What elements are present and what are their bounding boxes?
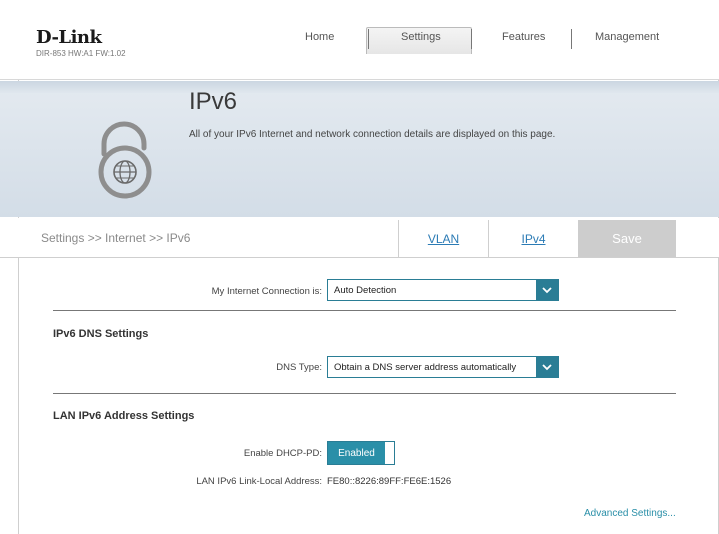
breadcrumb: Settings >> Internet >> IPv6: [41, 231, 191, 245]
dhcp-pd-label: Enable DHCP-PD:: [243, 448, 322, 459]
section-divider: [53, 393, 676, 394]
nav-separator: [571, 29, 572, 49]
nav-separator: [471, 29, 472, 49]
save-button[interactable]: Save: [578, 220, 676, 257]
connection-type-value: Auto Detection: [334, 284, 397, 296]
link-local-value: FE80::8226:89FF:FE6E:1526: [327, 476, 452, 487]
model-info: DIR-853 HW:A1 FW:1.02: [36, 49, 126, 58]
nav-settings[interactable]: Settings: [401, 31, 441, 43]
nav-features[interactable]: Features: [502, 31, 545, 43]
nav-home[interactable]: Home: [305, 31, 334, 43]
dlink-logo: D-Link: [36, 27, 102, 48]
page-description: All of your IPv6 Internet and network co…: [189, 129, 556, 140]
dns-section-title: IPv6 DNS Settings: [53, 328, 149, 340]
ipv4-link[interactable]: IPv4: [488, 220, 578, 257]
dhcp-pd-toggle[interactable]: Enabled: [327, 441, 395, 465]
dns-type-value: Obtain a DNS server address automaticall…: [334, 361, 517, 373]
lan-section-title: LAN IPv6 Address Settings: [53, 410, 195, 422]
nav-management[interactable]: Management: [595, 31, 659, 43]
chevron-down-icon: [536, 280, 558, 300]
page-title: IPv6: [189, 88, 238, 115]
lock-globe-icon: [88, 120, 162, 205]
section-divider: [53, 310, 676, 311]
link-local-label: LAN IPv6 Link-Local Address:: [196, 476, 322, 487]
vlan-link[interactable]: VLAN: [398, 220, 488, 257]
dhcp-pd-toggle-state: Enabled: [328, 442, 385, 464]
chevron-down-icon: [536, 357, 558, 377]
dns-type-select[interactable]: Obtain a DNS server address automaticall…: [327, 356, 559, 378]
dns-type-label: DNS Type:: [276, 362, 322, 373]
connection-type-select[interactable]: Auto Detection: [327, 279, 559, 301]
advanced-settings-link[interactable]: Advanced Settings...: [584, 508, 676, 519]
nav-separator: [368, 29, 369, 49]
connection-type-label: My Internet Connection is:: [211, 286, 322, 297]
